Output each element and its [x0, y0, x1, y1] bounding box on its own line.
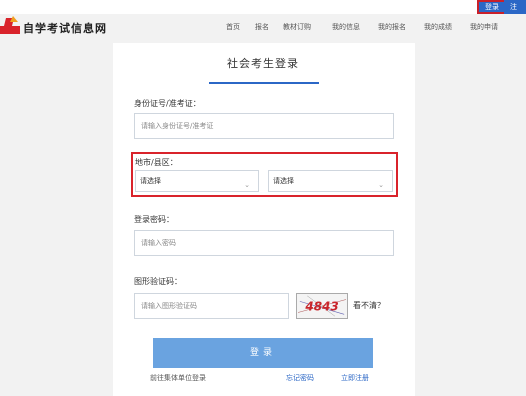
chevron-down-icon: ⌄ — [244, 181, 250, 189]
panel-title: 社会考生登录 — [227, 57, 299, 70]
title-underline — [209, 82, 319, 84]
city-select[interactable]: 请选择 ⌄ — [135, 170, 259, 192]
id-label: 身份证号/准考证： — [134, 99, 201, 108]
captcha-text: 4843 — [304, 300, 338, 314]
login-panel: 社会考生登录 身份证号/准考证： 请输入身份证号/准考证 地市/县区： 请选择 … — [113, 43, 415, 396]
nav-my-applications[interactable]: 我的申请 — [470, 22, 498, 32]
forgot-password-link[interactable]: 忘记密码 — [286, 373, 314, 383]
group-login-link[interactable]: 前往集体单位登录 — [150, 373, 206, 383]
county-select[interactable]: 请选择 ⌄ — [268, 170, 393, 192]
top-register-button[interactable]: 注册 — [504, 0, 526, 25]
nav-signup[interactable]: 报名 — [255, 22, 269, 32]
captcha-label: 图形验证码： — [134, 277, 182, 286]
site-logo-text: 自学考试信息网 — [23, 22, 107, 35]
nav-my-registration[interactable]: 我的报名 — [378, 22, 406, 32]
id-input[interactable]: 请输入身份证号/准考证 — [134, 113, 394, 139]
site-header: 自学考试信息网 首页 报名 教材订购 我的信息 我的报名 我的成绩 我的申请 — [0, 14, 526, 40]
chevron-down-icon: ⌄ — [378, 181, 384, 189]
logo-icon — [0, 16, 20, 34]
refresh-captcha-link[interactable]: 看不清？ — [353, 300, 385, 311]
county-select-value: 请选择 — [273, 177, 294, 185]
city-select-value: 请选择 — [140, 177, 161, 185]
captcha-image[interactable]: 4843 — [296, 293, 348, 319]
captcha-input[interactable]: 请输入图形验证码 — [134, 293, 289, 319]
password-label: 登录密码： — [134, 215, 174, 224]
nav-home[interactable]: 首页 — [226, 22, 240, 32]
nav-my-info[interactable]: 我的信息 — [332, 22, 360, 32]
nav-textbook[interactable]: 教材订购 — [283, 22, 311, 32]
top-login-button[interactable]: 登录 — [477, 0, 507, 14]
password-input[interactable]: 请输入密码 — [134, 230, 394, 256]
nav-my-scores[interactable]: 我的成绩 — [424, 22, 452, 32]
top-bar: 登录 注册 — [0, 0, 526, 25]
login-submit-button[interactable]: 登录 — [153, 338, 373, 368]
register-now-link[interactable]: 立即注册 — [341, 373, 369, 383]
region-label: 地市/县区： — [135, 158, 178, 167]
